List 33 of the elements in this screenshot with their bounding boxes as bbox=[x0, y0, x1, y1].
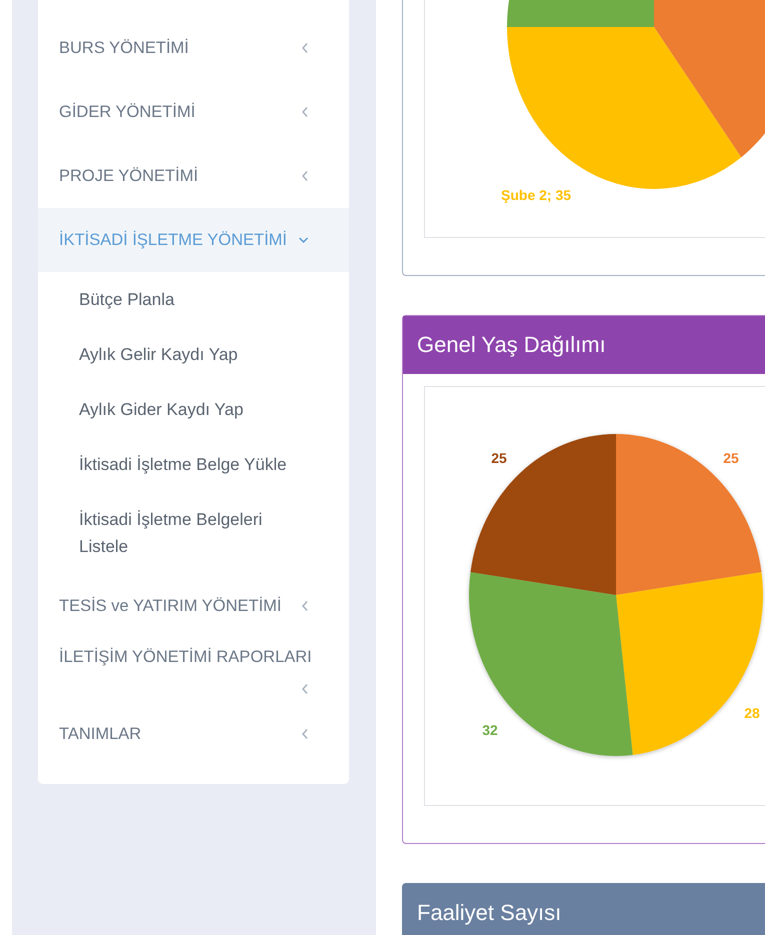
submenu-item[interactable]: İktisadi İşletme Belgeleri Listele bbox=[38, 492, 349, 574]
chevron-left-icon bbox=[301, 106, 309, 118]
menu-item-label: PROJE YÖNETİMİ bbox=[59, 166, 198, 187]
submenu-item[interactable]: Bütçe Planla bbox=[38, 272, 349, 327]
menu-item-label: BURS YÖNETİMİ bbox=[59, 38, 189, 59]
data-label: 25 bbox=[723, 450, 739, 466]
data-label: 25 bbox=[491, 450, 507, 466]
submenu-item[interactable]: Aylık Gelir Kaydı Yap bbox=[38, 327, 349, 382]
panel-title: Faaliyet Sayısı bbox=[403, 884, 765, 935]
menu-item[interactable]: İKTİSADİ İŞLETME YÖNETİMİ bbox=[38, 208, 349, 272]
menu-item-label: İLETİŞİM YÖNETİMİ RAPORLARI bbox=[59, 646, 312, 668]
submenu-item[interactable]: Aylık Gider Kaydı Yap bbox=[38, 382, 349, 437]
menu-item[interactable]: GİDER YÖNETİMİ bbox=[38, 80, 349, 144]
menu-item-label: TANIMLAR bbox=[59, 724, 142, 745]
chevron-left-icon bbox=[301, 600, 309, 612]
chevron-left-icon bbox=[301, 682, 309, 694]
menu-item[interactable]: İLETİŞİM YÖNETİMİ RAPORLARI bbox=[38, 638, 349, 702]
panel-title: Genel Yaş Dağılımı bbox=[403, 316, 765, 374]
menu-item-label: İKTİSADİ İŞLETME YÖNETİMİ bbox=[59, 230, 287, 251]
chevron-down-icon bbox=[298, 236, 309, 244]
menu-item[interactable]: TANIMLAR bbox=[38, 702, 349, 766]
chevron-left-icon bbox=[301, 42, 309, 54]
data-label: Şube 2; 35 bbox=[501, 187, 572, 203]
submenu-item[interactable]: İktisadi İşletme Belge Yükle bbox=[38, 437, 349, 492]
menu-item[interactable]: BURS YÖNETİMİ bbox=[38, 16, 349, 80]
menu-item[interactable]: PROJE YÖNETİMİ bbox=[38, 144, 349, 208]
data-label: 32 bbox=[482, 722, 498, 738]
data-label: 28 bbox=[744, 705, 760, 721]
chevron-left-icon bbox=[301, 170, 309, 182]
menu-item[interactable]: TESİS ve YATIRIM YÖNETİMİ bbox=[38, 574, 349, 638]
menu-item-label: TESİS ve YATIRIM YÖNETİMİ bbox=[59, 596, 282, 617]
chevron-left-icon bbox=[301, 728, 309, 740]
menu-item-label: GİDER YÖNETİMİ bbox=[59, 102, 196, 123]
